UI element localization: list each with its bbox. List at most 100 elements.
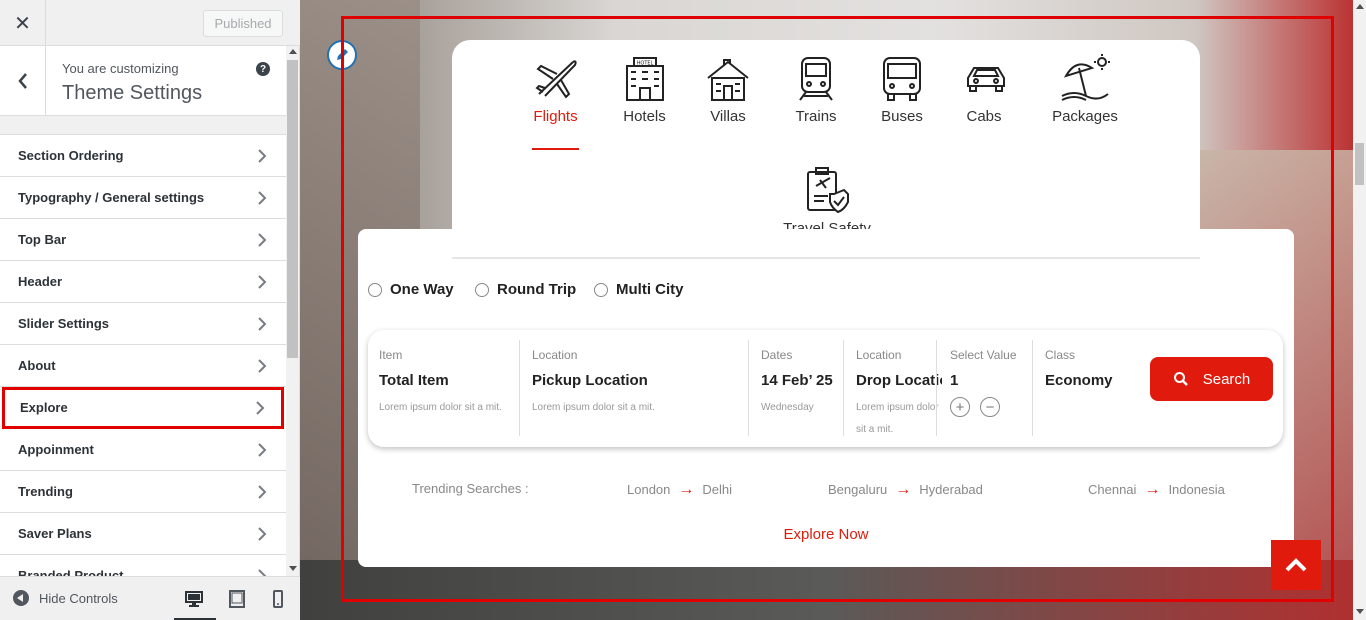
help-icon[interactable]: ? <box>256 62 270 76</box>
customizer-info: You are customizing Theme Settings ? <box>0 46 286 116</box>
scroll-down-icon[interactable] <box>1356 609 1364 614</box>
field-sub: Wednesday <box>761 402 814 413</box>
route-from: Bengaluru <box>828 482 888 497</box>
section-item-ordering[interactable]: Section Ordering <box>0 135 286 177</box>
scroll-up-icon[interactable] <box>1356 4 1364 9</box>
tab-buses[interactable]: Buses <box>880 56 924 125</box>
scroll-down-icon[interactable] <box>289 566 297 571</box>
customizing-label: You are customizing <box>62 61 179 76</box>
field-select-value[interactable]: Select Value 1 + − <box>950 340 1030 436</box>
tab-flights[interactable]: Flights <box>532 54 579 125</box>
field-value: Economy <box>1045 372 1113 389</box>
section-item-branded-product[interactable]: Branded Product <box>0 555 286 576</box>
route-to: Hyderabad <box>919 482 983 497</box>
section-item-slider[interactable]: Slider Settings <box>0 303 286 345</box>
hotel-icon: HOTEL <box>625 57 664 101</box>
route-from: London <box>627 482 671 497</box>
increment-icon[interactable]: + <box>950 397 970 417</box>
mobile-preview-icon[interactable] <box>268 589 288 609</box>
svg-text:HOTEL: HOTEL <box>636 61 653 67</box>
field-divider <box>519 340 520 436</box>
field-label: Location <box>856 348 902 362</box>
chevron-right-icon <box>258 443 267 457</box>
plane-icon <box>534 60 577 99</box>
scroll-up-icon[interactable] <box>289 49 297 54</box>
scrollbar-thumb[interactable] <box>287 60 298 358</box>
customizer-sidebar: ✕ Published You are customizing Theme Se… <box>0 0 300 620</box>
sidebar-scrollbar[interactable] <box>286 46 299 576</box>
tab-hotels[interactable]: HOTEL Hotels <box>622 56 667 125</box>
chevron-up-icon <box>1285 558 1307 572</box>
field-item[interactable]: Item Total Item Lorem ipsum dolor sit a … <box>379 340 517 436</box>
desktop-preview-icon[interactable] <box>184 589 204 609</box>
chevron-right-icon <box>258 359 267 373</box>
field-dates[interactable]: Dates 14 Feb’ 25 Wednesday <box>761 340 841 436</box>
hide-controls-button[interactable]: Hide Controls <box>13 590 118 606</box>
close-customizer-button[interactable]: ✕ <box>0 0 46 46</box>
chevron-right-icon <box>258 149 267 163</box>
field-label: Select Value <box>950 348 1017 362</box>
trip-type-one-way[interactable]: One Way <box>368 281 454 298</box>
section-item-about[interactable]: About <box>0 345 286 387</box>
customizer-footer: Hide Controls <box>0 576 300 620</box>
section-item-header[interactable]: Header <box>0 261 286 303</box>
section-item-label: Top Bar <box>18 232 67 247</box>
field-drop-location[interactable]: Location Drop Location Lorem ipsum dolor… <box>856 340 942 436</box>
back-button[interactable] <box>0 46 46 116</box>
beach-icon <box>1061 54 1110 101</box>
chevron-right-icon <box>258 191 267 205</box>
section-title: Theme Settings <box>62 82 203 104</box>
collapse-icon <box>13 590 29 606</box>
arrow-right-icon: → <box>1144 481 1161 498</box>
trip-type-round-trip[interactable]: Round Trip <box>475 281 576 298</box>
section-item-explore[interactable]: Explore <box>2 387 284 429</box>
chevron-right-icon <box>258 485 267 499</box>
radio-icon[interactable] <box>475 282 489 297</box>
route-to: Delhi <box>702 482 733 497</box>
search-button[interactable]: Search <box>1150 357 1273 401</box>
trending-route-1[interactable]: London → Delhi <box>627 481 732 499</box>
booking-search-card: One Way Round Trip Multi City Item Total… <box>358 229 1294 567</box>
field-class[interactable]: Class Economy <box>1045 340 1145 436</box>
section-item-label: Section Ordering <box>18 148 124 163</box>
edit-shortcut-icon[interactable] <box>327 40 357 70</box>
section-item-appoinment[interactable]: Appoinment <box>0 429 286 471</box>
preview-scrollbar[interactable] <box>1353 0 1366 620</box>
trip-type-label: One Way <box>390 281 454 298</box>
booking-tabs-card: Flights HOTEL Hotels Villas Trains Buses… <box>452 40 1200 258</box>
explore-now-link[interactable]: Explore Now <box>358 526 1294 543</box>
scroll-to-top-button[interactable] <box>1271 540 1321 590</box>
active-tab-indicator <box>532 148 579 150</box>
field-label: Class <box>1045 348 1076 362</box>
safety-icon <box>807 167 849 214</box>
section-item-label: Saver Plans <box>18 526 92 541</box>
trip-type-multi-city[interactable]: Multi City <box>594 281 684 298</box>
hide-controls-label: Hide Controls <box>39 590 118 606</box>
tablet-preview-icon[interactable] <box>227 589 247 609</box>
tab-villas[interactable]: Villas <box>706 56 750 125</box>
search-fields-bar: Item Total Item Lorem ipsum dolor sit a … <box>368 330 1283 447</box>
chevron-left-icon <box>17 73 27 89</box>
trending-route-3[interactable]: Chennai → Indonesia <box>1088 481 1225 499</box>
section-item-trending[interactable]: Trending <box>0 471 286 513</box>
section-item-typography[interactable]: Typography / General settings <box>0 177 286 219</box>
section-item-label: Slider Settings <box>18 316 110 331</box>
search-button-label: Search <box>1202 370 1251 388</box>
tab-packages[interactable]: Packages <box>1050 54 1120 125</box>
chevron-right-icon <box>258 527 267 541</box>
section-item-top-bar[interactable]: Top Bar <box>0 219 286 261</box>
chevron-right-icon <box>258 569 267 576</box>
trending-route-2[interactable]: Bengaluru → Hyderabad <box>828 481 983 499</box>
radio-icon[interactable] <box>594 282 608 297</box>
section-item-saver-plans[interactable]: Saver Plans <box>0 513 286 555</box>
trip-type-label: Multi City <box>616 281 684 298</box>
tab-travel-safety[interactable]: Travel Safety <box>780 166 874 237</box>
tab-trains[interactable]: Trains <box>794 56 838 125</box>
scrollbar-thumb[interactable] <box>1355 143 1364 185</box>
explore-now-label[interactable]: Explore Now <box>783 526 868 543</box>
radio-icon[interactable] <box>368 282 382 297</box>
published-button[interactable]: Published <box>203 10 283 37</box>
decrement-icon[interactable]: − <box>980 397 1000 417</box>
tab-cabs[interactable]: Cabs <box>964 56 1005 125</box>
field-pickup-location[interactable]: Location Pickup Location Lorem ipsum dol… <box>532 340 742 436</box>
